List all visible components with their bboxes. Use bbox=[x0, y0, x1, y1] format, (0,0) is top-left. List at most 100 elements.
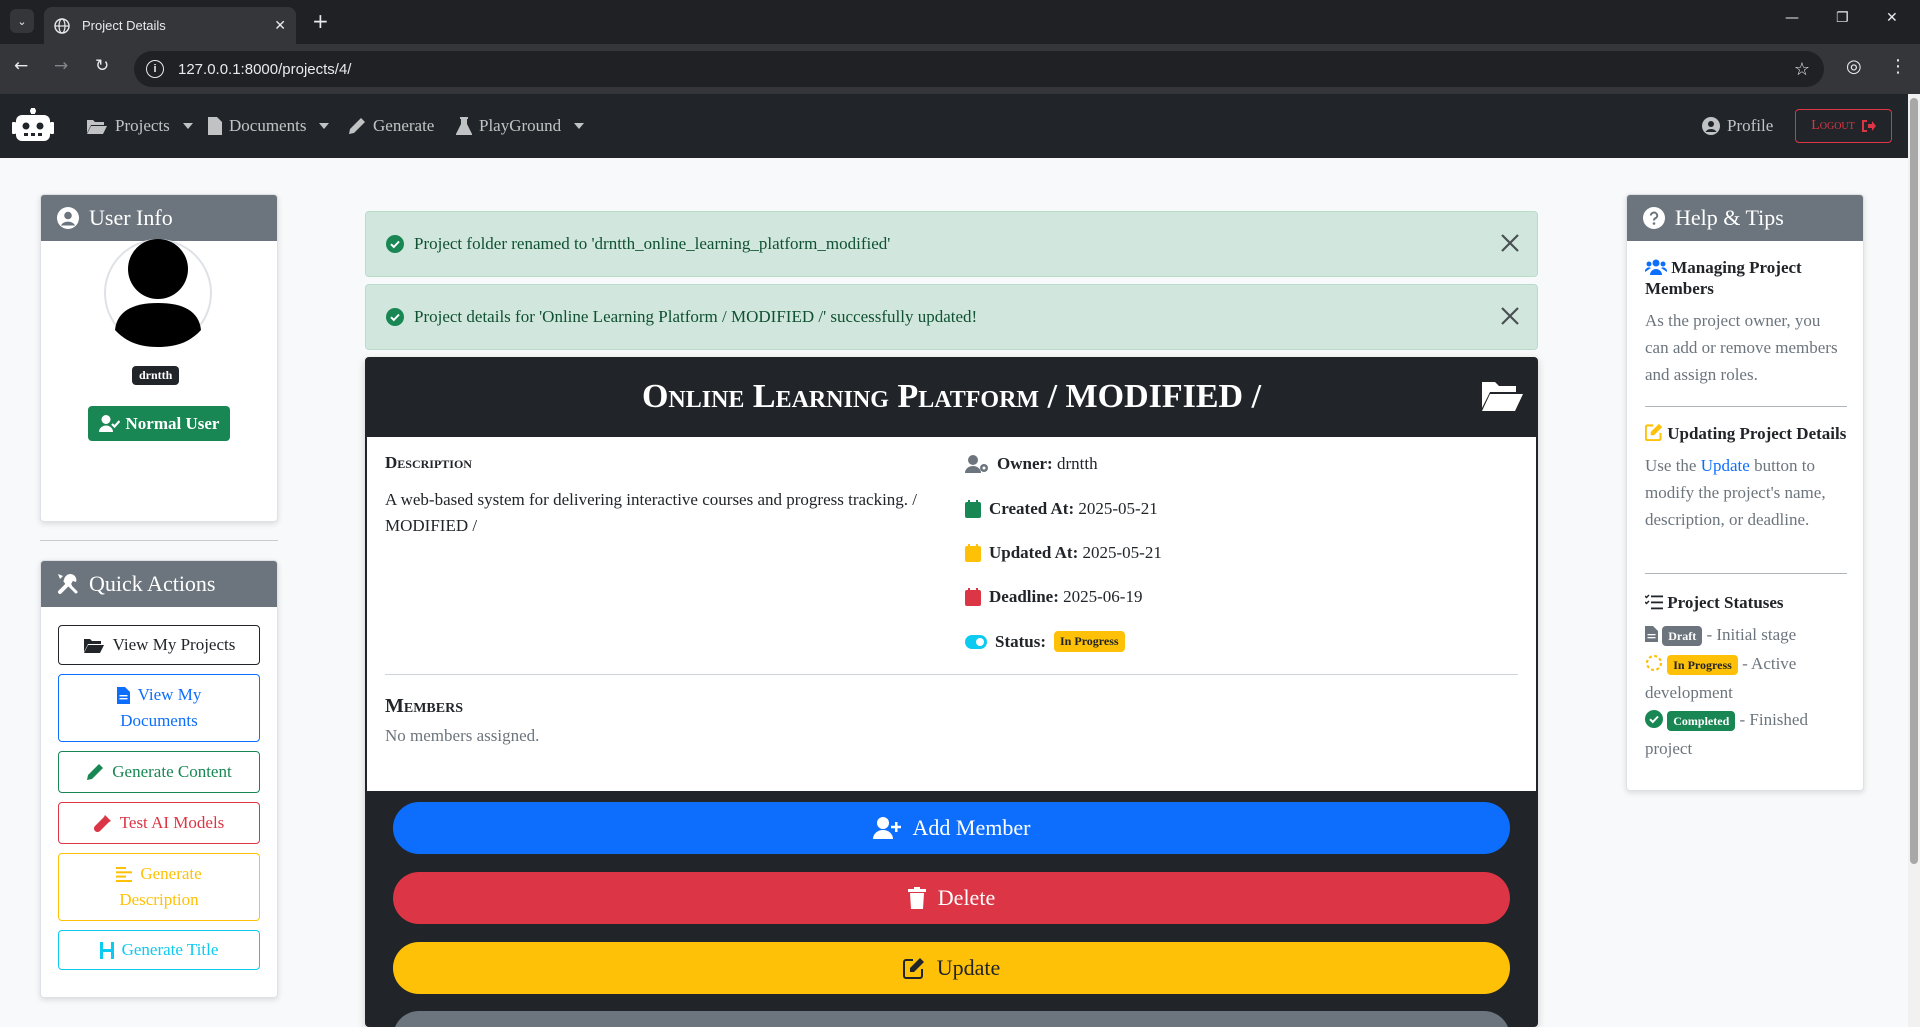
success-alert: Project details for 'Online Learning Pla… bbox=[365, 284, 1538, 350]
nav-profile-label: Profile bbox=[1727, 116, 1774, 135]
help-members-title-text: Managing Project Members bbox=[1645, 258, 1802, 298]
help-updating-text: Use the Update button to modify the proj… bbox=[1645, 452, 1847, 533]
view-my-projects-button[interactable]: View My Projects bbox=[58, 625, 260, 665]
browser-toolbar: ← → ↻ i 127.0.0.1:8000/projects/4/ ☆ ◎ ⋮ bbox=[0, 44, 1920, 94]
delete-label: Delete bbox=[937, 885, 996, 910]
address-bar[interactable]: i 127.0.0.1:8000/projects/4/ ☆ bbox=[134, 51, 1824, 87]
close-icon[interactable] bbox=[1499, 232, 1521, 254]
check-circle-icon bbox=[386, 235, 404, 253]
draft-desc: - Initial stage bbox=[1702, 625, 1797, 644]
nav-generate[interactable]: Generate bbox=[348, 116, 434, 136]
user-info-title: User Info bbox=[89, 205, 173, 230]
reload-icon[interactable]: ↻ bbox=[95, 56, 109, 76]
updated-label: Updated At: bbox=[989, 543, 1079, 562]
alert-message: Project folder renamed to 'drntth_online… bbox=[414, 234, 891, 253]
in-progress-badge: In Progress bbox=[1667, 655, 1738, 675]
deadline-value: 2025-06-19 bbox=[1063, 587, 1143, 606]
file-text-icon bbox=[1645, 626, 1658, 642]
back-arrow-icon[interactable]: ← bbox=[14, 56, 28, 76]
restore-icon[interactable]: ❐ bbox=[1836, 10, 1849, 26]
window-close-icon[interactable]: ✕ bbox=[1886, 10, 1898, 26]
url-text[interactable]: 127.0.0.1:8000/projects/4/ bbox=[178, 61, 1794, 78]
section-divider bbox=[385, 674, 1518, 675]
site-info-icon[interactable]: i bbox=[146, 60, 164, 78]
view-my-documents-button[interactable]: View My Documents bbox=[58, 674, 260, 742]
generate-description-button[interactable]: Generate Description bbox=[58, 853, 260, 921]
update-label: Update bbox=[936, 955, 1001, 980]
nav-projects-label: Projects bbox=[115, 116, 170, 135]
tab-close-icon[interactable]: ✕ bbox=[274, 18, 286, 34]
generate-description-label-1: Generate bbox=[140, 864, 202, 883]
project-body: Description A web-based system for deliv… bbox=[367, 437, 1536, 791]
delete-button[interactable]: Delete bbox=[393, 872, 1510, 924]
status-row: Status: In Progress bbox=[965, 631, 1125, 652]
help-members-section: Managing Project Members As the project … bbox=[1644, 257, 1847, 388]
generate-title-label: Generate Title bbox=[121, 940, 219, 959]
avatar bbox=[104, 239, 212, 347]
browser-tab[interactable]: Project Details ✕ bbox=[44, 7, 296, 44]
new-tab-button[interactable]: + bbox=[312, 9, 329, 33]
alert-message: Project details for 'Online Learning Pla… bbox=[414, 307, 978, 326]
browser-tabstrip: ⌄ Project Details ✕ + — ❐ ✕ bbox=[0, 0, 1920, 44]
robot-logo-icon[interactable] bbox=[12, 108, 54, 144]
user-check-icon bbox=[98, 415, 120, 432]
bookmark-star-icon[interactable]: ☆ bbox=[1794, 59, 1810, 80]
minimize-icon[interactable]: — bbox=[1785, 10, 1799, 26]
description-heading: Description bbox=[385, 453, 472, 472]
help-updating-section: Updating Project Details Use the Update … bbox=[1644, 423, 1847, 533]
nav-profile[interactable]: Profile bbox=[1702, 116, 1773, 136]
generate-content-button[interactable]: Generate Content bbox=[58, 751, 260, 793]
nav-playground[interactable]: PlayGround bbox=[456, 116, 585, 136]
quick-actions-title: Quick Actions bbox=[89, 571, 216, 596]
user-gear-icon bbox=[965, 455, 988, 473]
project-title: Online Learning Platform / MODIFIED / bbox=[641, 378, 1262, 415]
tools-icon bbox=[58, 573, 78, 594]
update-button[interactable]: Update bbox=[393, 942, 1510, 994]
file-text-icon bbox=[116, 686, 130, 704]
page-scrollbar-thumb[interactable] bbox=[1910, 98, 1918, 864]
menu-kebab-icon[interactable]: ⋮ bbox=[1889, 56, 1907, 77]
nav-documents[interactable]: Documents bbox=[208, 116, 330, 136]
pencil-icon bbox=[349, 118, 365, 134]
user-type-button[interactable]: Normal User bbox=[88, 406, 230, 441]
owner-row: Owner: drntth bbox=[965, 454, 1098, 474]
user-plus-icon bbox=[872, 817, 901, 839]
draft-badge: Draft bbox=[1662, 626, 1703, 646]
help-statuses-section: Project Statuses Draft - Initial stage I… bbox=[1644, 592, 1847, 762]
back-button[interactable] bbox=[393, 1011, 1510, 1027]
tab-search-button[interactable]: ⌄ bbox=[10, 9, 34, 33]
update-link[interactable]: Update bbox=[1701, 456, 1750, 475]
created-label: Created At: bbox=[989, 499, 1075, 518]
test-ai-models-label: Test AI Models bbox=[119, 813, 225, 832]
quick-actions-card: Quick Actions View My Projects View My D… bbox=[40, 560, 278, 998]
add-member-label: Add Member bbox=[912, 815, 1031, 840]
logout-button[interactable]: Logout bbox=[1795, 109, 1892, 143]
forward-arrow-icon[interactable]: → bbox=[54, 56, 68, 76]
success-alert: Project folder renamed to 'drntth_online… bbox=[365, 211, 1538, 277]
created-row: Created At: 2025-05-21 bbox=[965, 499, 1158, 519]
owner-label: Owner: bbox=[997, 454, 1053, 473]
close-icon[interactable] bbox=[1499, 305, 1521, 327]
deadline-row: Deadline: 2025-06-19 bbox=[965, 587, 1142, 607]
test-ai-models-button[interactable]: Test AI Models bbox=[58, 802, 260, 844]
owner-value: drntth bbox=[1056, 454, 1098, 473]
status-completed-row: Completed - Finished project bbox=[1645, 706, 1847, 762]
chevron-down-icon bbox=[182, 123, 193, 129]
check-circle-icon bbox=[386, 308, 404, 326]
members-heading: Members bbox=[385, 695, 464, 717]
sidebar-divider bbox=[40, 540, 278, 541]
check-circle-icon bbox=[1645, 710, 1663, 728]
help-members-title: Managing Project Members bbox=[1644, 257, 1847, 299]
spinner-icon bbox=[1645, 654, 1663, 672]
app-navbar: Projects Documents Generate PlayGround P… bbox=[0, 94, 1908, 158]
generate-title-button[interactable]: Generate Title bbox=[58, 930, 260, 970]
list-check-icon bbox=[1644, 594, 1663, 610]
nav-projects[interactable]: Projects bbox=[86, 116, 193, 136]
status-badge: In Progress bbox=[1054, 631, 1125, 652]
file-icon bbox=[208, 117, 222, 135]
help-statuses-title: Project Statuses bbox=[1644, 592, 1847, 613]
user-circle-icon bbox=[1702, 117, 1720, 135]
account-icon[interactable]: ◎ bbox=[1846, 56, 1862, 77]
folder-open-icon bbox=[1482, 382, 1523, 411]
add-member-button[interactable]: Add Member bbox=[393, 802, 1510, 854]
